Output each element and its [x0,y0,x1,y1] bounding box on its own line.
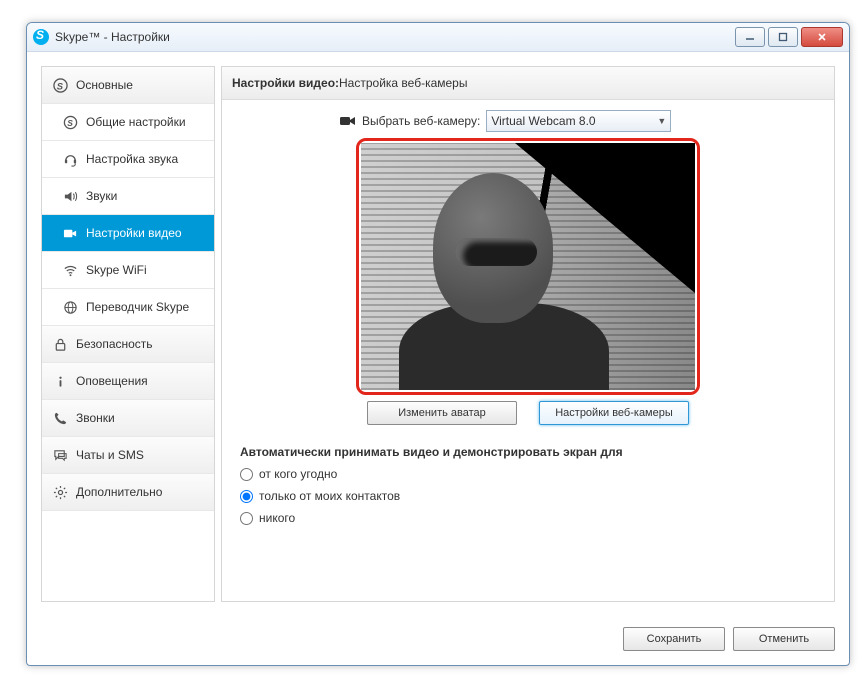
gear-icon [52,484,68,500]
window-controls [735,27,843,47]
radio-label: от кого угодно [259,467,337,481]
sidebar-label: Звуки [86,189,117,203]
sidebar-item-translator[interactable]: Переводчик Skype [42,289,214,326]
info-icon [52,373,68,389]
svg-text:S: S [56,81,63,91]
webcam-preview [361,143,695,390]
sidebar-item-sounds[interactable]: Звуки [42,178,214,215]
sidebar-label: Переводчик Skype [86,300,189,314]
radio-noone[interactable]: никого [240,511,816,525]
sidebar-section-calls[interactable]: Звонки [42,400,214,437]
webcam-preview-highlight [356,138,700,395]
minimize-button[interactable] [735,27,765,47]
sidebar-item-general[interactable]: S Общие настройки [42,104,214,141]
sidebar-item-wifi[interactable]: Skype WiFi [42,252,214,289]
sidebar-section-security[interactable]: Безопасность [42,326,214,363]
sidebar-label: Чаты и SMS [76,448,144,462]
settings-window: Skype™ - Настройки S Основные S Общие на… [26,22,850,666]
sidebar-label: Звонки [76,411,115,425]
radio-noone-input[interactable] [240,512,253,525]
sidebar-label: Skype WiFi [86,263,147,277]
maximize-button[interactable] [768,27,798,47]
content-header-sub: Настройка веб-камеры [339,76,467,90]
chevron-down-icon: ▼ [657,116,666,126]
sidebar-section-notifications[interactable]: Оповещения [42,363,214,400]
sidebar-label: Основные [76,78,133,92]
settings-sidebar: S Основные S Общие настройки Настройка з… [41,66,215,602]
skype-logo-icon [33,29,49,45]
radio-label: никого [259,511,295,525]
skype-icon: S [62,114,78,130]
camera-icon [340,115,356,127]
close-button[interactable] [801,27,843,47]
webcam-selected-value: Virtual Webcam 8.0 [491,114,595,128]
skype-icon: S [52,77,68,93]
sidebar-section-advanced[interactable]: Дополнительно [42,474,214,511]
sidebar-label: Безопасность [76,337,153,351]
phone-icon [52,410,68,426]
content-header-prefix: Настройки видео: [232,76,339,90]
radio-anyone-input[interactable] [240,468,253,481]
webcam-settings-button[interactable]: Настройки веб-камеры [539,401,689,425]
chat-icon [52,447,68,463]
settings-content: Настройки видео: Настройка веб-камеры Вы… [221,66,835,602]
globe-icon [62,299,78,315]
titlebar: Skype™ - Настройки [27,23,849,52]
radio-contacts-input[interactable] [240,490,253,503]
radio-label: только от моих контактов [259,489,400,503]
wifi-icon [62,262,78,278]
sidebar-section-main[interactable]: S Основные [42,67,214,104]
save-button[interactable]: Сохранить [623,627,725,651]
sidebar-item-audio[interactable]: Настройка звука [42,141,214,178]
lock-icon [52,336,68,352]
svg-text:S: S [67,117,73,127]
dialog-footer: Сохранить Отменить [623,627,835,651]
webcam-dropdown[interactable]: Virtual Webcam 8.0 ▼ [486,110,671,132]
sidebar-item-video[interactable]: Настройки видео [42,215,214,252]
speaker-icon [62,188,78,204]
sidebar-label: Оповещения [76,374,148,388]
sidebar-label: Общие настройки [86,115,186,129]
auto-accept-title: Автоматически принимать видео и демонстр… [240,445,816,459]
sidebar-label: Настройки видео [86,226,182,240]
change-avatar-button[interactable]: Изменить аватар [367,401,517,425]
cancel-button[interactable]: Отменить [733,627,835,651]
window-title: Skype™ - Настройки [55,30,170,44]
radio-contacts[interactable]: только от моих контактов [240,489,816,503]
sidebar-label: Дополнительно [76,485,162,499]
headset-icon [62,151,78,167]
content-header: Настройки видео: Настройка веб-камеры [222,67,834,100]
sidebar-label: Настройка звука [86,152,178,166]
sidebar-section-chat[interactable]: Чаты и SMS [42,437,214,474]
choose-webcam-label: Выбрать веб-камеру: [362,114,480,128]
video-icon [62,225,78,241]
radio-anyone[interactable]: от кого угодно [240,467,816,481]
